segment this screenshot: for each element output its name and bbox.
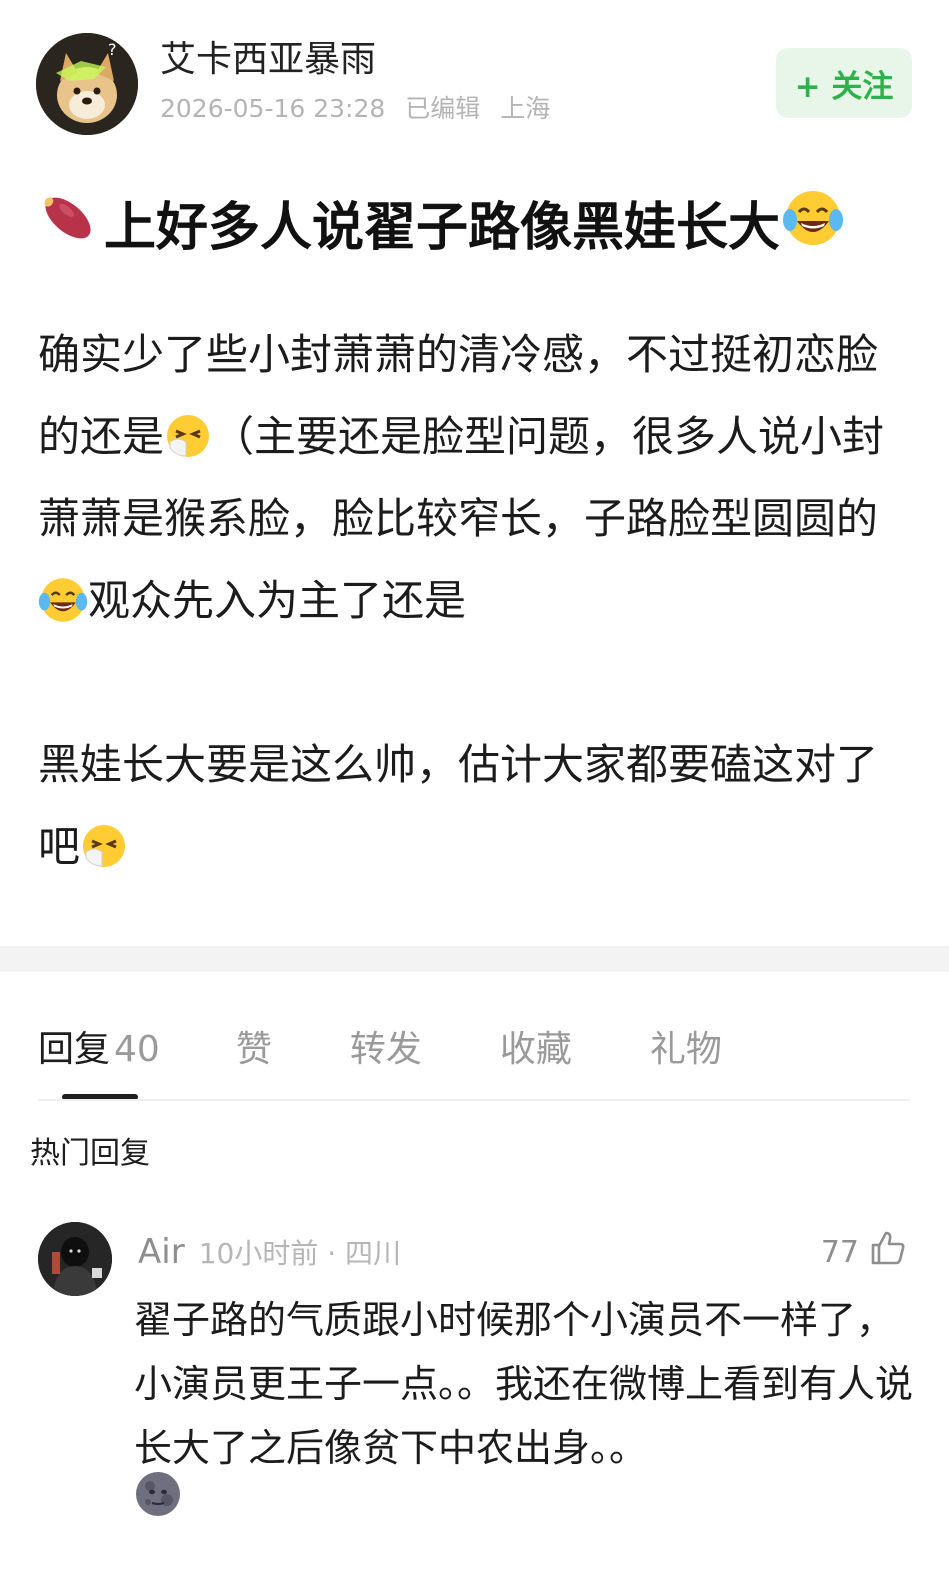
comment-meta: 10小时前 · 四川 (198, 1237, 402, 1270)
comment-header: Air 10小时前 · 四川 (138, 1230, 401, 1274)
thumbs-up-icon (869, 1229, 907, 1275)
tears-of-joy-icon (782, 187, 844, 249)
section-divider (0, 946, 949, 972)
edited-label: 已编辑 (405, 94, 481, 123)
tab-favorites[interactable]: 收藏 (500, 1020, 572, 1072)
commenter-avatar[interactable] (38, 1222, 112, 1296)
tab-replies-count: 40 (114, 1029, 160, 1070)
sneezing-face-icon (80, 822, 128, 870)
tab-forwards[interactable]: 转发 (350, 1020, 422, 1072)
comment-location: 四川 (345, 1237, 402, 1270)
post-paragraph: 确实少了些小封萧萧的清冷感，不过挺初恋脸的还是 （主要还是脸型问题，很多人说小封萧… (38, 314, 918, 642)
post-text: 观众先入为主了还是 (88, 576, 467, 625)
tab-replies[interactable]: 回复 40 (38, 1020, 160, 1072)
svg-text:?: ? (108, 40, 117, 59)
author-avatar[interactable]: ? (36, 33, 138, 135)
sweet-potato-icon (40, 190, 96, 246)
tab-likes[interactable]: 赞 (236, 1020, 272, 1072)
post-text: 黑娃长大要是这么帅，估计大家都要磕这对了吧 (38, 740, 879, 871)
tab-gifts[interactable]: 礼物 (650, 1020, 722, 1072)
post-title: 上好多人说翟子路像黑娃长大 (40, 186, 920, 258)
post-meta: 2026-05-16 23:28 已编辑 上海 (160, 93, 562, 125)
tears-of-joy-icon (38, 575, 88, 625)
comment-like-count: 77 (820, 1234, 859, 1270)
post-body: 确实少了些小封萧萧的清冷感，不过挺初恋脸的还是 （主要还是脸型问题，很多人说小封萧… (38, 314, 918, 888)
comment-like-button[interactable]: 77 (821, 1230, 907, 1274)
post-title-text: 上好多人说翟子路像黑娃长大 (104, 197, 781, 258)
dark-moon-face-icon (134, 1470, 182, 1518)
author-name[interactable]: 艾卡西亚暴雨 (160, 38, 376, 82)
tab-replies-label: 回复 (38, 1029, 111, 1070)
post-location: 上海 (500, 94, 551, 123)
post-date: 2026-05-16 23:28 (160, 94, 386, 123)
comment-time: 10小时前 (198, 1237, 319, 1270)
comment-text: 翟子路的气质跟小时候那个小演员不一样了，小演员更王子一点。。我还在微博上看到有人… (134, 1298, 914, 1470)
hot-replies-heading: 热门回复 (30, 1136, 150, 1171)
interaction-tabs: 回复 40 赞 转发 收藏 礼物 (38, 1018, 722, 1074)
tabs-divider (38, 1099, 910, 1101)
commenter-name[interactable]: Air (138, 1232, 185, 1272)
follow-button[interactable]: + 关注 (776, 48, 912, 118)
post-paragraph: 黑娃长大要是这么帅，估计大家都要磕这对了吧 (38, 724, 918, 888)
sneezing-face-icon (164, 412, 212, 460)
